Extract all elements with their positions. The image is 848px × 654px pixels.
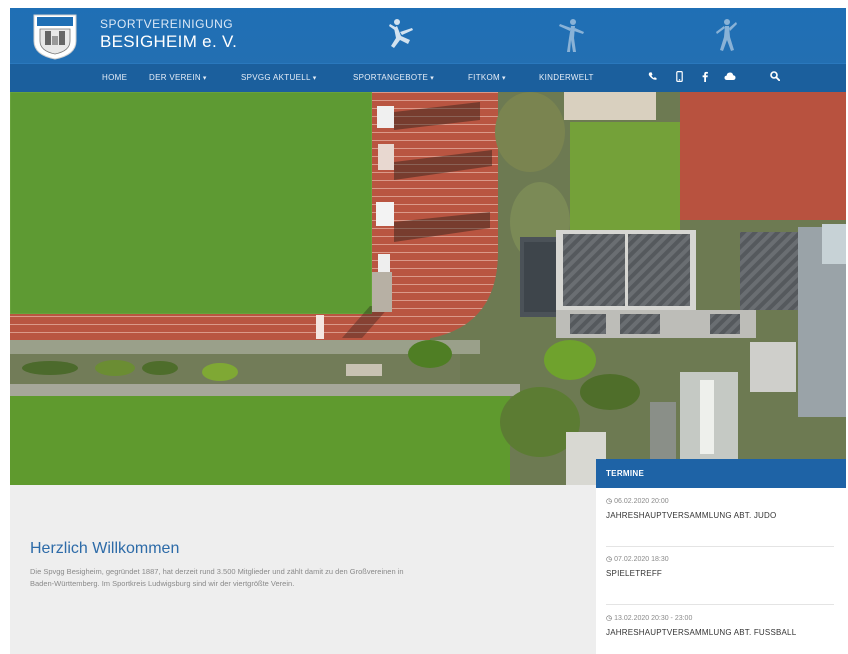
nav-label: KINDERWELT xyxy=(539,73,594,82)
brand-line-2: BESIGHEIM e. V. xyxy=(100,32,238,51)
hero-slider xyxy=(10,92,846,485)
clock-icon: ◷ xyxy=(606,498,613,505)
events-heading: TERMINE xyxy=(596,459,846,488)
nav-item-der-verein[interactable]: DER VEREIN ▾ xyxy=(149,73,207,82)
nav-item-sportangebote[interactable]: SPORTANGEBOTE ▾ xyxy=(353,73,434,82)
event-title[interactable]: SPIELETREFF xyxy=(606,568,834,580)
welcome-section: Herzlich Willkommen Die Spvgg Besigheim,… xyxy=(30,540,550,590)
nav-label: DER VEREIN xyxy=(149,73,201,82)
cloud-icon[interactable] xyxy=(724,71,736,85)
nav-label: SPORTANGEBOTE xyxy=(353,73,429,82)
brand[interactable]: SPORTVEREINIGUNG BESIGHEIM e. V. xyxy=(100,17,237,52)
event-date: ◷ 07.02.2020 18:30 xyxy=(606,555,834,563)
search-icon[interactable] xyxy=(770,71,781,85)
event-date: ◷ 06.02.2020 20:00 xyxy=(606,497,834,505)
athlete-silhouette-3-icon xyxy=(716,19,737,51)
mobile-icon[interactable] xyxy=(676,71,683,86)
event-date-text: 07.02.2020 18:30 xyxy=(614,556,669,563)
event-date-text: 06.02.2020 20:00 xyxy=(614,498,669,505)
clock-icon: ◷ xyxy=(606,615,613,622)
nav-label: HOME xyxy=(102,73,128,82)
events-panel: TERMINE ◷ 06.02.2020 20:00 JAHRESHAUPTVER… xyxy=(596,459,846,654)
brand-line-1: SPORTVEREINIGUNG xyxy=(100,17,234,31)
club-logo[interactable] xyxy=(28,11,82,61)
nav-item-spvgg-aktuell[interactable]: SPVGG AKTUELL ▾ xyxy=(241,73,317,82)
welcome-text: Die Spvgg Besigheim, gegründet 1887, hat… xyxy=(30,566,550,590)
athlete-silhouette-1-icon xyxy=(389,19,413,48)
facebook-icon[interactable] xyxy=(702,71,708,86)
event-date-text: 13.02.2020 20:30 - 23:00 xyxy=(614,615,693,622)
divider xyxy=(606,604,834,605)
divider xyxy=(606,546,834,547)
nav-item-fitkom[interactable]: FITKOM ▾ xyxy=(468,73,506,82)
event-title[interactable]: JAHRESHAUPTVERSAMMLUNG ABT. FUSSBALL xyxy=(606,627,834,639)
event-item[interactable]: ◷ 06.02.2020 20:00 JAHRESHAUPTVERSAMMLUNG… xyxy=(606,497,834,522)
event-date: ◷ 13.02.2020 20:30 - 23:00 xyxy=(606,614,834,622)
clock-icon: ◷ xyxy=(606,556,613,563)
welcome-title: Herzlich Willkommen xyxy=(30,540,180,557)
main-navigation: HOME DER VEREIN ▾ SPVGG AKTUELL ▾ SPORTANG… xyxy=(10,63,846,93)
nav-label: SPVGG AKTUELL xyxy=(241,73,311,82)
page: SPORTVEREINIGUNG BESIGHEIM e. V. HOME DE… xyxy=(10,8,846,654)
nav-item-home[interactable]: HOME xyxy=(102,73,127,82)
chevron-down-icon: ▾ xyxy=(312,75,317,82)
site-header: SPORTVEREINIGUNG BESIGHEIM e. V. xyxy=(10,8,846,63)
chevron-down-icon: ▾ xyxy=(502,75,506,82)
athlete-silhouette-2-icon xyxy=(559,19,584,52)
welcome-text-line-2: Baden-Württemberg. Im Sportkreis Ludwigs… xyxy=(30,579,295,588)
event-title[interactable]: JAHRESHAUPTVERSAMMLUNG ABT. JUDO xyxy=(606,510,834,522)
nav-item-kinderwelt[interactable]: KINDERWELT xyxy=(539,73,594,82)
hero-aerial-image xyxy=(10,92,846,485)
chevron-down-icon: ▾ xyxy=(202,75,207,82)
chevron-down-icon: ▾ xyxy=(430,75,435,82)
event-item[interactable]: ◷ 07.02.2020 18:30 SPIELETREFF xyxy=(606,555,834,580)
phone-icon[interactable] xyxy=(648,71,657,85)
event-item[interactable]: ◷ 13.02.2020 20:30 - 23:00 JAHRESHAUPTVER… xyxy=(606,614,834,639)
nav-label: FITKOM xyxy=(468,73,501,82)
welcome-text-line-1: Die Spvgg Besigheim, gegründet 1887, hat… xyxy=(30,567,404,576)
